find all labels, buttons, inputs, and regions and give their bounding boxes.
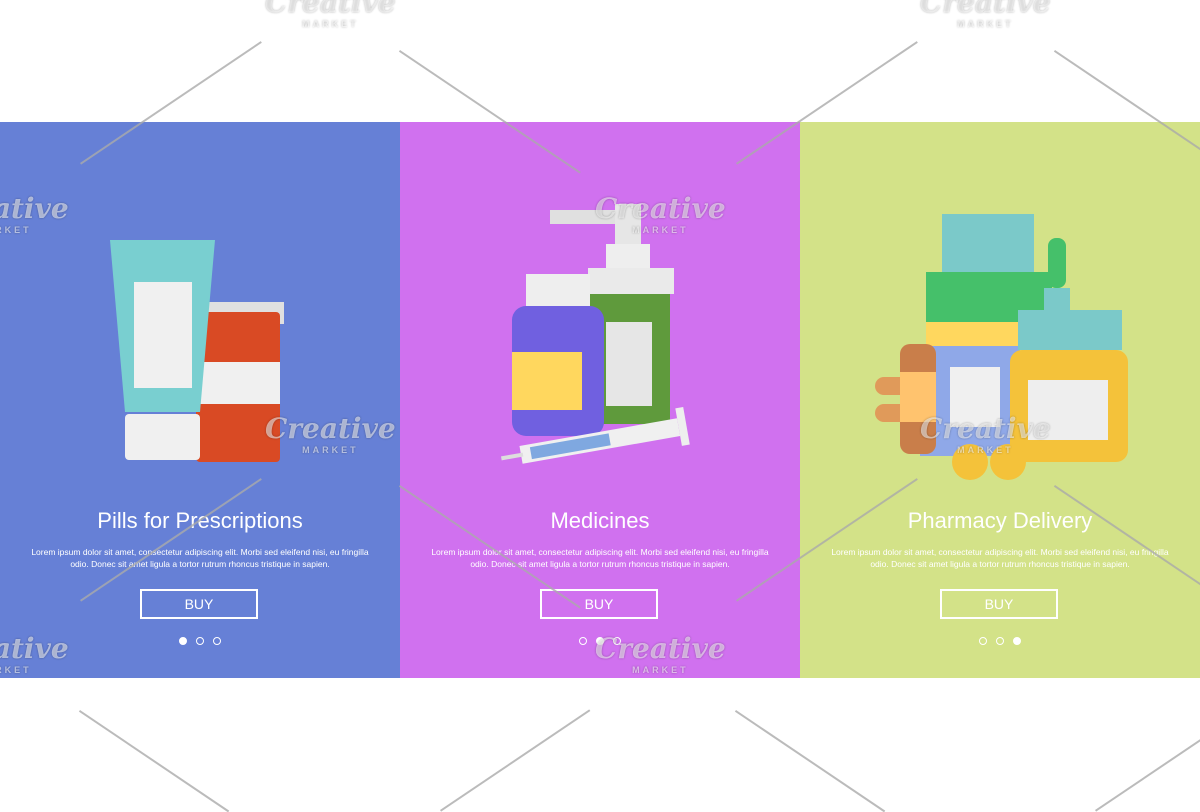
- card-title: Pharmacy Delivery: [907, 508, 1093, 533]
- buy-button[interactable]: BUY: [940, 589, 1058, 619]
- carousel-dot[interactable]: [979, 637, 987, 645]
- carousel-dot[interactable]: [1013, 637, 1021, 645]
- carousel-dot[interactable]: [196, 637, 204, 645]
- carousel-dot[interactable]: [579, 637, 587, 645]
- card-title: Medicines: [550, 508, 650, 533]
- spray-bottle-and-syringe-illustration: [500, 204, 690, 464]
- watermark-logo: CreativeMARKET: [265, 412, 396, 455]
- watermark-line: [734, 710, 886, 812]
- card-description: Lorem ipsum dolor sit amet, consectetur …: [831, 547, 1169, 569]
- watermark-line: [78, 710, 230, 812]
- watermark-logo: CreativeMARKET: [0, 192, 69, 235]
- card-pharmacy-delivery: Pharmacy Delivery Lorem ipsum dolor sit …: [800, 122, 1200, 678]
- card-description: Lorem ipsum dolor sit amet, consectetur …: [31, 547, 369, 569]
- carousel-dot[interactable]: [179, 637, 187, 645]
- watermark-logo: CreativeMARKET: [920, 0, 1051, 29]
- carousel-dot[interactable]: [996, 637, 1004, 645]
- carousel-dot[interactable]: [213, 637, 221, 645]
- watermark-logo: CreativeMARKET: [595, 192, 726, 235]
- watermark-logo: CreativeMARKET: [595, 632, 726, 675]
- carousel-dots: [800, 637, 1200, 645]
- watermark-logo: CreativeMARKET: [0, 632, 69, 675]
- buy-button[interactable]: BUY: [140, 589, 258, 619]
- watermark-logo: CreativeMARKET: [920, 412, 1051, 455]
- watermark-line: [440, 709, 591, 812]
- watermark-line: [1095, 709, 1200, 812]
- watermark-logo: CreativeMARKET: [265, 0, 396, 29]
- card-description: Lorem ipsum dolor sit amet, consectetur …: [431, 547, 769, 569]
